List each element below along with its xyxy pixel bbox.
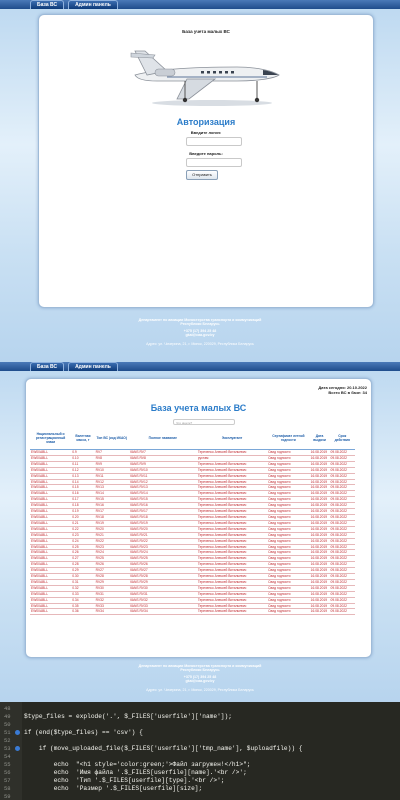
nav-tab-admin-panel[interactable]: Админ панель	[68, 362, 118, 371]
footer-org-line2: Республики Беларусь	[180, 668, 220, 673]
page-title: База учета малых ВС	[182, 29, 230, 34]
table-cell: 16.08.2019	[309, 449, 330, 456]
table-cell: 16.08.2019	[309, 585, 330, 592]
table-cell: 16.08.2019	[309, 532, 330, 539]
login-input[interactable]	[186, 137, 242, 146]
line-number: 58	[4, 785, 11, 792]
table-row[interactable]: EW00ABLL 0.36 RV34 VANS RV34 Терехенко Алекс…	[30, 608, 355, 616]
footer: Департамент по авиации Министерства тран…	[0, 318, 400, 346]
table-cell: 16.08.2019	[309, 544, 330, 551]
line-number: 57	[4, 777, 11, 784]
line-number: 59	[4, 793, 11, 800]
nav-tab-aircraft-db[interactable]: База ВС	[30, 362, 65, 371]
column-header[interactable]: Эксплуатант	[196, 429, 268, 450]
aircraft-table: Национальный и регистрационный знаки Взле…	[30, 429, 355, 616]
top-nav: База ВС Админ панель	[0, 0, 400, 9]
table-cell: 16.08.2019	[309, 496, 330, 504]
line-number: 49	[4, 713, 11, 720]
table-cell: 09.08.2022	[329, 608, 355, 616]
total-count: Всего ВС в базе: 34	[328, 390, 367, 395]
column-header[interactable]: Взлетная масса, т	[71, 429, 95, 450]
line-number: 51	[4, 729, 11, 736]
table-cell: 16.08.2019	[309, 603, 330, 610]
breakpoint-icon[interactable]	[15, 730, 20, 735]
login-screen: База ВС Админ панель База учета малых ВС…	[0, 0, 400, 362]
code-editor[interactable]: 48 49 $type_files = explode('.', $_FILES['…	[0, 702, 400, 800]
line-number: 50	[4, 721, 11, 728]
code-line[interactable]: echo 'Размер '.$_FILES[userfile][size];	[24, 785, 203, 792]
table-cell: 16.08.2019	[309, 467, 330, 474]
login-card: База учета малых ВС Авторизация Введите …	[38, 14, 374, 308]
footer: Департамент по авиации Министерства тран…	[0, 664, 400, 692]
submit-button[interactable]: Отправить	[186, 170, 218, 180]
nav-tab-admin-panel[interactable]: Админ панель	[68, 0, 118, 9]
table-header-row: Национальный и регистрационный знаки Взле…	[30, 429, 355, 450]
search-input[interactable]: Что ищете?	[173, 419, 235, 425]
login-label: Введите логин:	[190, 130, 222, 135]
registry-screen: База ВС Админ панель Дата сегодня: 20.10…	[0, 362, 400, 702]
column-header[interactable]: Национальный и регистрационный знаки	[30, 429, 72, 450]
table-cell: 16.08.2019	[309, 479, 330, 486]
column-header[interactable]: Сертификат летной годности	[267, 429, 310, 450]
table-cell: 16.08.2019	[309, 514, 330, 521]
business-jet-image	[130, 50, 280, 106]
code-line[interactable]: if (end($type_files) == 'csv') {	[24, 729, 143, 736]
line-number: 48	[4, 705, 11, 712]
password-input[interactable]	[186, 158, 242, 167]
table-cell: 16.08.2019	[309, 455, 330, 462]
line-number: 53	[4, 745, 11, 752]
table-cell: 16.08.2019	[309, 484, 330, 492]
line-number: 54	[4, 753, 11, 760]
code-line[interactable]: echo 'Имя файла '.$_FILES[userfile][name…	[24, 769, 247, 776]
password-label: Введите пароль:	[189, 151, 223, 156]
table-cell: 16.08.2019	[309, 520, 330, 527]
table-cell: RV34	[94, 608, 129, 616]
table-cell: 16.08.2019	[309, 561, 330, 569]
footer-address: Адрес: ул. Чичерина, 21, г. Минск, 22002…	[146, 341, 254, 346]
table-cell: 16.08.2019	[309, 508, 330, 515]
table-cell: 16.08.2019	[309, 473, 330, 480]
code-line[interactable]: echo 'Тип '.$_FILES[userfile][type].'<br…	[24, 777, 225, 784]
nav-tab-aircraft-db[interactable]: База ВС	[30, 0, 65, 9]
registry-title: База учета малых ВС	[150, 403, 247, 413]
column-header[interactable]: Срок действия	[329, 429, 355, 450]
table-cell: 16.08.2019	[309, 526, 330, 533]
footer-address: Адрес: ул. Чичерина, 21, г. Минск, 22002…	[146, 687, 254, 692]
top-nav: База ВС Админ панель	[0, 362, 400, 371]
table-cell: 16.08.2019	[309, 490, 330, 498]
table-cell: 16.08.2019	[309, 597, 330, 604]
table-cell: 16.08.2019	[309, 579, 330, 586]
footer-email[interactable]: gkai@caa.gov.by	[0, 679, 400, 683]
table-cell: 16.08.2019	[309, 608, 330, 616]
table-cell: EW00ABLL	[30, 608, 72, 616]
table-cell: 16.08.2019	[309, 502, 330, 510]
breakpoint-icon[interactable]	[15, 746, 20, 751]
table-cell: 16.08.2019	[309, 591, 330, 598]
footer-email[interactable]: gkai@caa.gov.by	[0, 333, 400, 337]
auth-heading: Авторизация	[176, 117, 236, 127]
footer-org-line2: Республики Беларусь	[180, 322, 220, 327]
line-number: 52	[4, 737, 11, 744]
column-header[interactable]: Дата выдачи	[309, 429, 330, 450]
table-cell: VANS RV34	[128, 608, 197, 616]
code-line[interactable]: $type_files = explode('.', $_FILES['user…	[24, 713, 232, 720]
table-cell: 0.36	[71, 608, 95, 616]
column-header[interactable]: Тип ВС (код ИКАО)	[94, 429, 129, 450]
table-cell: 16.08.2019	[309, 573, 330, 580]
registry-card: Дата сегодня: 20.10.2022 Всего ВС в базе…	[25, 378, 372, 658]
table-cell: 16.08.2019	[309, 549, 330, 557]
table-cell: 16.08.2019	[309, 538, 330, 545]
column-header[interactable]: Полное название	[128, 429, 197, 450]
table-cell: Свид годности	[267, 608, 310, 616]
table-cell: Терехенко Алексей Витальевич	[196, 608, 268, 616]
table-cell: 16.08.2019	[309, 461, 330, 468]
table-cell: 16.08.2019	[309, 567, 330, 575]
table-cell: 16.08.2019	[309, 555, 330, 563]
code-line[interactable]: echo "<h1 style='color:green;'>Файл загр…	[24, 761, 251, 768]
line-number: 55	[4, 761, 11, 768]
code-line[interactable]: if (move_uploaded_file($_FILES['userfile…	[24, 745, 303, 752]
line-number: 56	[4, 769, 11, 776]
